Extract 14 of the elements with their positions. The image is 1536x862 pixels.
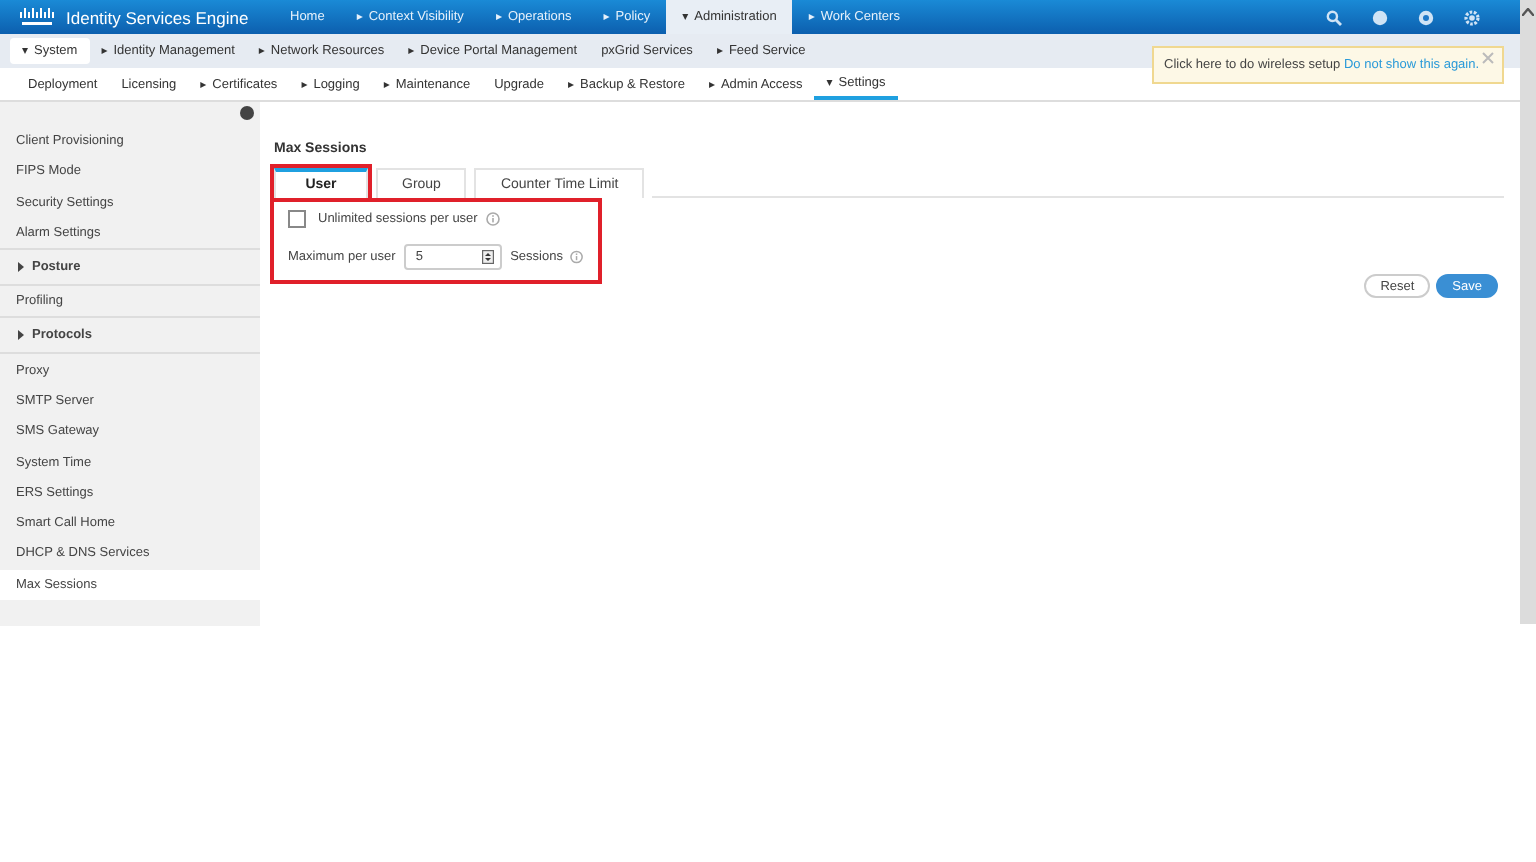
caret-icon <box>16 330 26 341</box>
checkbox[interactable] <box>288 210 306 228</box>
logo-icon <box>18 8 58 26</box>
spinner-icon[interactable] <box>482 250 495 264</box>
collapse-icon[interactable] <box>240 106 254 120</box>
app-title: Identity Services Engine <box>66 7 251 27</box>
info-icon[interactable] <box>485 212 500 226</box>
search-icon[interactable] <box>1326 9 1342 25</box>
caret-icon <box>16 262 26 273</box>
system-icon[interactable] <box>1418 9 1434 25</box>
settings-icon[interactable] <box>1464 9 1480 25</box>
info-icon[interactable] <box>570 250 584 264</box>
scrollbar[interactable] <box>1520 0 1536 624</box>
scroll-up-icon[interactable] <box>1522 8 1534 16</box>
